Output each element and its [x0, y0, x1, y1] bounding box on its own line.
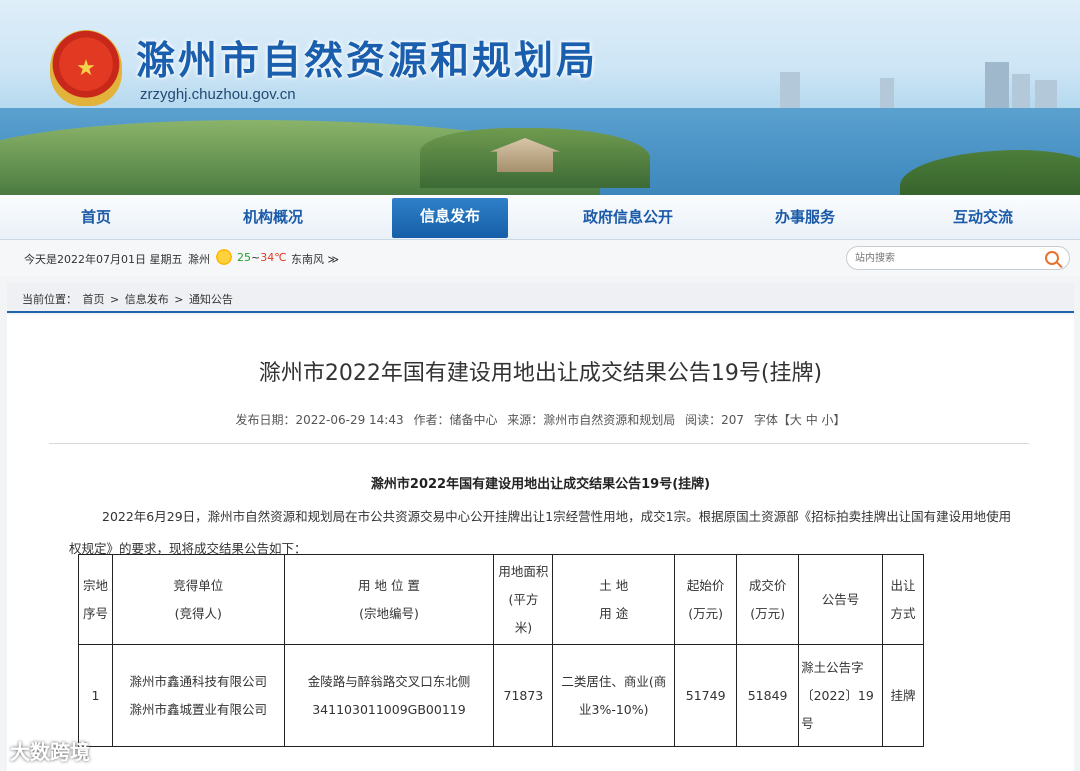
- header-text: 用 途: [599, 605, 629, 621]
- breadcrumb-info-release[interactable]: 信息发布: [125, 293, 169, 306]
- header-text: 方式: [890, 605, 916, 621]
- header-text: (竞得人): [174, 605, 222, 621]
- main-nav: 首页 机构概况 信息发布 政府信息公开 办事服务 互动交流: [0, 195, 1080, 240]
- cell-notice: 滁土公告字〔2022〕19号: [798, 644, 884, 747]
- header-cell: 起始价 (万元): [674, 554, 738, 645]
- header-text: (万元): [688, 605, 724, 621]
- info-bar: 今天是2022年07月01日 星期五 滁州 25~34℃ 东南风 ≫: [0, 240, 1080, 276]
- cell-deal-price: 51849: [736, 644, 800, 747]
- breadcrumb-separator: >: [110, 293, 120, 306]
- article-meta: 发布日期：2022-06-29 14:43 作者：储备中心 来源：滁州市自然资源…: [7, 411, 1074, 428]
- header-text: 公告号: [821, 591, 860, 607]
- nav-organization[interactable]: 机构概况: [213, 195, 333, 240]
- header-text: 起始价: [686, 577, 725, 593]
- breadcrumb: 当前位置： 首页 > 信息发布 > 通知公告: [7, 283, 1074, 313]
- breadcrumb-notices[interactable]: 通知公告: [189, 293, 233, 306]
- header-cell: 成交价 (万元): [736, 554, 800, 645]
- breadcrumb-label: 当前位置：: [22, 293, 77, 306]
- header-text: 用 地 位 置: [358, 577, 420, 593]
- header-text: 序号: [82, 605, 108, 621]
- font-size-toggle[interactable]: 字体【大 中 小】: [754, 413, 846, 427]
- nav-gov-info-public[interactable]: 政府信息公开: [568, 195, 688, 240]
- header-text: 宗地: [82, 577, 108, 593]
- header-cell: 出让 方式: [882, 554, 924, 645]
- weather-city: 滁州: [188, 253, 210, 266]
- publish-date: 发布日期：2022-06-29 14:43: [235, 413, 404, 427]
- header-text: 米): [514, 619, 533, 635]
- site-title: 滁州市自然资源和规划局: [136, 39, 599, 84]
- winner-name: 滁州市鑫城置业有限公司: [129, 701, 267, 717]
- site-url: zrzyghj.chuzhou.gov.cn: [140, 86, 296, 103]
- header-cell: 土 地用 途: [552, 554, 676, 645]
- cell-method: 挂牌: [882, 644, 924, 747]
- header-text: 出让: [890, 577, 916, 593]
- nav-info-release[interactable]: 信息发布: [392, 198, 508, 238]
- header-text: (宗地编号): [359, 605, 419, 621]
- result-table: 宗地序号 竞得单位 (竞得人) 用 地 位 置 (宗地编号) 用地面积 (平方米) 土…: [78, 554, 924, 747]
- weather-wind[interactable]: 东南风 ≫: [291, 251, 339, 267]
- temp-separator: ~: [251, 251, 261, 264]
- header-text: 土 地: [599, 577, 629, 593]
- national-emblem-icon: ★: [50, 30, 122, 106]
- cell-location: 金陵路与醉翁路交叉口东北侧 341103011009GB00119: [283, 644, 495, 747]
- read-count: 阅读：207: [685, 413, 745, 427]
- header-text: 竞得单位: [173, 577, 224, 593]
- source: 来源：滁州市自然资源和规划局: [507, 413, 676, 427]
- author: 作者：储备中心: [413, 413, 498, 427]
- cell-use: 二类居住、商业(商业3%-10%): [552, 644, 676, 747]
- temp-low: 25: [237, 251, 251, 264]
- breadcrumb-separator: >: [174, 293, 184, 306]
- location-text: 金陵路与醉翁路交叉口东北侧: [307, 673, 471, 689]
- page: ★ 滁州市自然资源和规划局 zrzyghj.chuzhou.gov.cn 首页 …: [0, 0, 1080, 771]
- table-header-row: 宗地序号 竞得单位 (竞得人) 用 地 位 置 (宗地编号) 用地面积 (平方米) 土…: [78, 554, 924, 645]
- search-input[interactable]: [855, 250, 1035, 266]
- nav-interaction[interactable]: 互动交流: [923, 195, 1043, 240]
- today-date: 今天是2022年07月01日 星期五: [24, 253, 183, 266]
- cell-no: 1: [78, 644, 113, 747]
- cell-start-price: 51749: [674, 644, 738, 747]
- header-text: (平方: [508, 591, 539, 607]
- watermark-logo: 大数跨境: [10, 740, 90, 764]
- nav-services[interactable]: 办事服务: [745, 195, 865, 240]
- article-subtitle: 滁州市2022年国有建设用地出让成交结果公告19号(挂牌): [370, 477, 711, 492]
- header-cell: 用 地 位 置 (宗地编号): [283, 554, 495, 645]
- search-icon[interactable]: [1045, 251, 1059, 265]
- header-cell: 公告号: [798, 554, 884, 645]
- header-cell: 竞得单位 (竞得人): [111, 554, 285, 645]
- sunny-icon: [214, 247, 234, 267]
- cell-winner: 滁州市鑫通科技有限公司 滁州市鑫城置业有限公司: [111, 644, 285, 747]
- article-title: 滁州市2022年国有建设用地出让成交结果公告19号(挂牌): [258, 361, 823, 386]
- winner-name: 滁州市鑫通科技有限公司: [129, 673, 267, 689]
- header-text: 用地面积: [498, 563, 549, 579]
- header-text: 成交价: [748, 577, 787, 593]
- header-text: (万元): [750, 605, 785, 621]
- cell-area: 71873: [493, 644, 554, 747]
- nav-home[interactable]: 首页: [36, 195, 156, 240]
- header-cell: 宗地 序号: [78, 554, 113, 645]
- site-search: [846, 246, 1070, 270]
- header-banner: ★ 滁州市自然资源和规划局 zrzyghj.chuzhou.gov.cn: [0, 0, 1080, 195]
- article-container: 滁州市2022年国有建设用地出让成交结果公告19号(挂牌) 发布日期：2022-…: [7, 315, 1074, 771]
- header-cell: 用地面积 (平方米): [493, 554, 554, 645]
- parcel-code: 341103011009GB00119: [312, 701, 466, 717]
- divider: [49, 443, 1029, 444]
- breadcrumb-home[interactable]: 首页: [83, 293, 105, 306]
- weather-temperature: 25~34℃: [237, 251, 287, 264]
- temp-high: 34℃: [260, 251, 287, 264]
- table-row: 1 滁州市鑫通科技有限公司 滁州市鑫城置业有限公司 金陵路与醉翁路交叉口东北侧 34…: [78, 644, 924, 747]
